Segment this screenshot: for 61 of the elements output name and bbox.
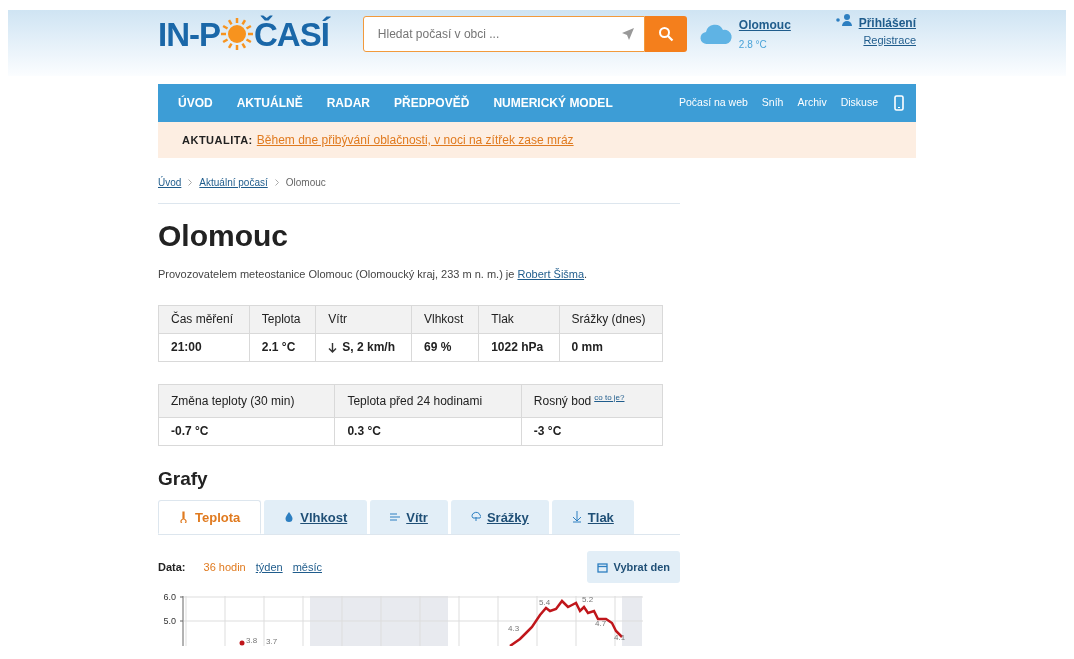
data-label: 4.1 <box>614 633 626 643</box>
axis-tick-label: 6.0 <box>163 593 176 603</box>
chart-tab[interactable]: Vítr <box>370 500 448 535</box>
register-link[interactable]: Registrace <box>858 31 916 49</box>
table-cell: 1022 hPa <box>478 333 560 361</box>
column-header: Srážky (dnes) <box>559 305 663 333</box>
nav-link[interactable]: Archiv <box>797 95 827 111</box>
login-link[interactable]: Přihlášení <box>858 13 916 32</box>
column-header: Změna teploty (30 min) <box>158 384 335 417</box>
logo-text[interactable]: ČASÍ <box>254 17 329 51</box>
column-header: Teplota před 24 hodinami <box>334 384 522 417</box>
section-title: Grafy <box>158 467 209 491</box>
nav-link[interactable]: RADAR <box>326 90 370 116</box>
column-header: Vlhkost <box>411 305 479 333</box>
nav-link[interactable]: Sníh <box>761 95 784 111</box>
breadcrumb-link[interactable]: Úvod <box>158 175 182 190</box>
range-option[interactable]: měsíc <box>292 559 322 576</box>
table-cell: 69 % <box>411 333 479 361</box>
table-cell: 0 mm <box>559 333 663 361</box>
data-label: 3.7 <box>266 637 278 647</box>
table-cell: -3 °C <box>521 417 663 445</box>
alert-label: AKTUALITA: <box>182 132 253 148</box>
table-cell: 0.3 °C <box>334 417 522 445</box>
chart-tab[interactable]: Tlak <box>551 500 634 535</box>
breadcrumb-link[interactable]: Aktuální počasí <box>199 175 268 190</box>
nav-link[interactable]: Počasí na web <box>678 95 748 111</box>
chart-tab[interactable]: Teplota <box>158 500 262 535</box>
data-label: 3.8 <box>246 636 258 646</box>
table-cell: 2.1 °C <box>249 333 316 361</box>
help-link[interactable]: co to je? <box>594 392 625 402</box>
data-label: 5.4 <box>539 598 551 608</box>
data-label: 5.2 <box>582 595 594 605</box>
nav-link[interactable]: PŘEDPOVĚĎ <box>394 90 470 116</box>
nav-link[interactable]: Diskuse <box>840 95 878 111</box>
column-header: Čas měření <box>158 305 250 333</box>
nav-link[interactable]: AKTUÁLNĚ <box>236 90 303 116</box>
data-label: 4.3 <box>508 624 520 634</box>
nav-link[interactable]: ÚVOD <box>178 90 213 116</box>
column-header: Vítr <box>315 305 412 333</box>
range-option[interactable]: týden <box>255 559 283 576</box>
chart-tab[interactable]: Vlhkost <box>264 500 368 535</box>
chart-tab[interactable]: Srážky <box>450 500 549 535</box>
search-field[interactable]: Hledat počasí v obci ... <box>362 16 645 52</box>
column-header: Rosný bod <box>533 393 592 408</box>
column-header: Tlak <box>478 305 560 333</box>
nav-link[interactable]: NUMERICKÝ MODEL <box>493 90 613 116</box>
operator-text: Provozovatelem meteostanice Olomouc (Olomoucký kraj, 233 m n. m.) je Robert Šišma. <box>158 267 589 282</box>
table-cell: S, 2 km/h <box>342 340 395 354</box>
temperature-text: 2.8 °C <box>738 38 768 52</box>
place-link[interactable]: Olomouc <box>738 16 791 34</box>
pick-day-button[interactable]: Vybrat den <box>586 551 680 584</box>
range-option[interactable]: 36 hodin <box>203 559 246 576</box>
breadcrumb-current: Olomouc <box>285 176 326 190</box>
table-cell: -0.7 °C <box>158 417 335 445</box>
axis-tick-label: 5.0 <box>163 616 176 627</box>
page-title: Olomouc <box>158 218 289 254</box>
logo-text[interactable]: IN-P <box>158 17 220 51</box>
data-label: 4.7 <box>595 619 607 629</box>
column-header: Teplota <box>249 305 316 333</box>
table-cell: 21:00 <box>158 333 250 361</box>
data-label: Data: <box>158 560 186 576</box>
